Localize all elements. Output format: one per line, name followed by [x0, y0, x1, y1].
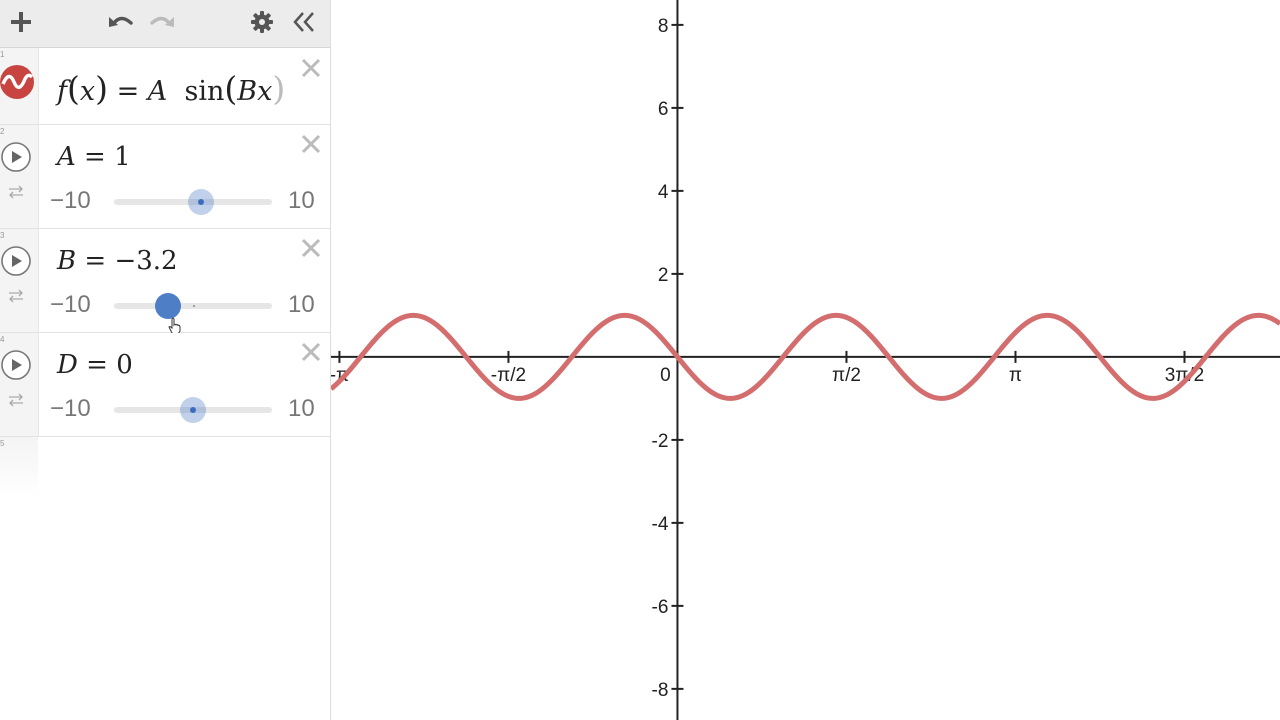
loop-icon[interactable]	[7, 393, 25, 407]
toolbar	[0, 0, 330, 48]
play-icon[interactable]	[1, 142, 31, 172]
slider-expression[interactable]: B = −3.2	[57, 246, 178, 276]
loop-icon[interactable]	[7, 185, 25, 199]
variable-value: 1	[114, 142, 131, 172]
y-tick-label: 4	[658, 182, 669, 203]
slider-min[interactable]: −10	[50, 395, 91, 423]
slider-row-a: 2 A = 1 −10 10	[0, 125, 330, 229]
variable-value: 0	[116, 350, 133, 380]
slider-min[interactable]: −10	[50, 187, 91, 215]
expression-index: 3	[0, 231, 5, 240]
tick-labels: -π -π/2 0 π/2 π 3π/28642-2-4-6-8	[331, 16, 1204, 701]
slider-track[interactable]	[114, 397, 272, 423]
slider-max[interactable]: 10	[288, 291, 315, 319]
x-tick-label: π/2	[832, 365, 861, 386]
y-tick-label: 2	[658, 265, 669, 286]
variable-name: D	[57, 350, 78, 380]
slider-handle-active[interactable]	[154, 293, 181, 319]
y-tick-label: 8	[658, 16, 669, 37]
expression-gutter: 4	[0, 333, 39, 436]
equals-sign: =	[84, 246, 107, 276]
function-variable: x	[79, 76, 96, 107]
close-icon[interactable]	[300, 341, 322, 363]
slider-max[interactable]: 10	[288, 395, 315, 423]
x-tick-label: π	[1009, 365, 1022, 386]
y-tick-label: -2	[652, 431, 669, 452]
slider-zero-mark	[193, 305, 195, 307]
graph-canvas[interactable]: -π -π/2 0 π/2 π 3π/28642-2-4-6-8	[331, 0, 1280, 720]
graph-style-icon[interactable]	[0, 65, 34, 99]
slider-row-b: 3 B = −3.2 −10 10	[0, 229, 330, 335]
slider-handle[interactable]	[187, 189, 214, 215]
equals-sign: =	[86, 350, 108, 380]
expression-gutter: 2	[0, 125, 39, 228]
slider-expression[interactable]: A = 1	[57, 142, 131, 172]
function-name: f	[57, 76, 67, 107]
undo-button[interactable]	[106, 0, 136, 44]
variable-name: B	[57, 246, 77, 276]
x-tick-label: -π/2	[491, 365, 526, 386]
play-icon[interactable]	[1, 350, 31, 380]
slider-expression[interactable]: D = 0	[57, 350, 133, 380]
play-icon[interactable]	[1, 246, 31, 276]
slider-max[interactable]: 10	[288, 187, 315, 215]
add-expression-button[interactable]	[8, 0, 34, 44]
variable-value: −3.2	[114, 246, 178, 276]
equals-sign: =	[84, 142, 106, 172]
y-tick-label: -6	[652, 597, 669, 618]
sin-argument: Bx	[237, 76, 273, 107]
variable-name: A	[57, 142, 76, 172]
x-tick-label: 0	[660, 365, 671, 386]
expression-index: 2	[0, 127, 5, 136]
settings-button[interactable]	[249, 0, 275, 44]
expression-row-function[interactable]: 1 f(x) = A sin(Bx)	[0, 48, 330, 125]
coefficient: A	[147, 76, 168, 107]
redo-button[interactable]	[147, 0, 177, 44]
sin-function: sin	[184, 76, 225, 107]
slider-track[interactable]	[114, 189, 272, 215]
loop-icon[interactable]	[7, 289, 25, 303]
y-tick-label: 6	[658, 99, 669, 120]
collapse-panel-button[interactable]	[290, 0, 318, 44]
slider-row-d: 4 D = 0 −10 10	[0, 333, 330, 437]
slider-track[interactable]	[114, 293, 272, 319]
gear-icon	[251, 11, 273, 33]
expression-index: 4	[0, 335, 5, 344]
y-tick-label: -4	[652, 514, 669, 535]
collapse-icon	[293, 12, 314, 32]
axes	[331, 0, 1280, 720]
add-icon	[11, 12, 31, 32]
close-icon[interactable]	[300, 133, 322, 155]
expression-index: 1	[0, 50, 5, 59]
expression-gutter: 3	[0, 229, 39, 332]
function-expression[interactable]: f(x) = A sin(Bx)	[57, 69, 285, 108]
expression-panel: 1 f(x) = A sin(Bx) 2 A = 1 −10 10 3 B = …	[0, 0, 331, 720]
close-icon[interactable]	[300, 57, 322, 79]
slider-handle[interactable]	[180, 397, 206, 423]
redo-icon	[150, 16, 174, 27]
expression-index: 5	[0, 439, 5, 448]
slider-min[interactable]: −10	[50, 291, 91, 319]
equals-sign: =	[116, 76, 140, 107]
y-tick-label: -8	[652, 680, 669, 701]
new-expression-row[interactable]: 5	[0, 437, 38, 497]
undo-icon	[109, 16, 133, 27]
expression-gutter: 1	[0, 48, 39, 124]
close-icon[interactable]	[300, 237, 322, 259]
